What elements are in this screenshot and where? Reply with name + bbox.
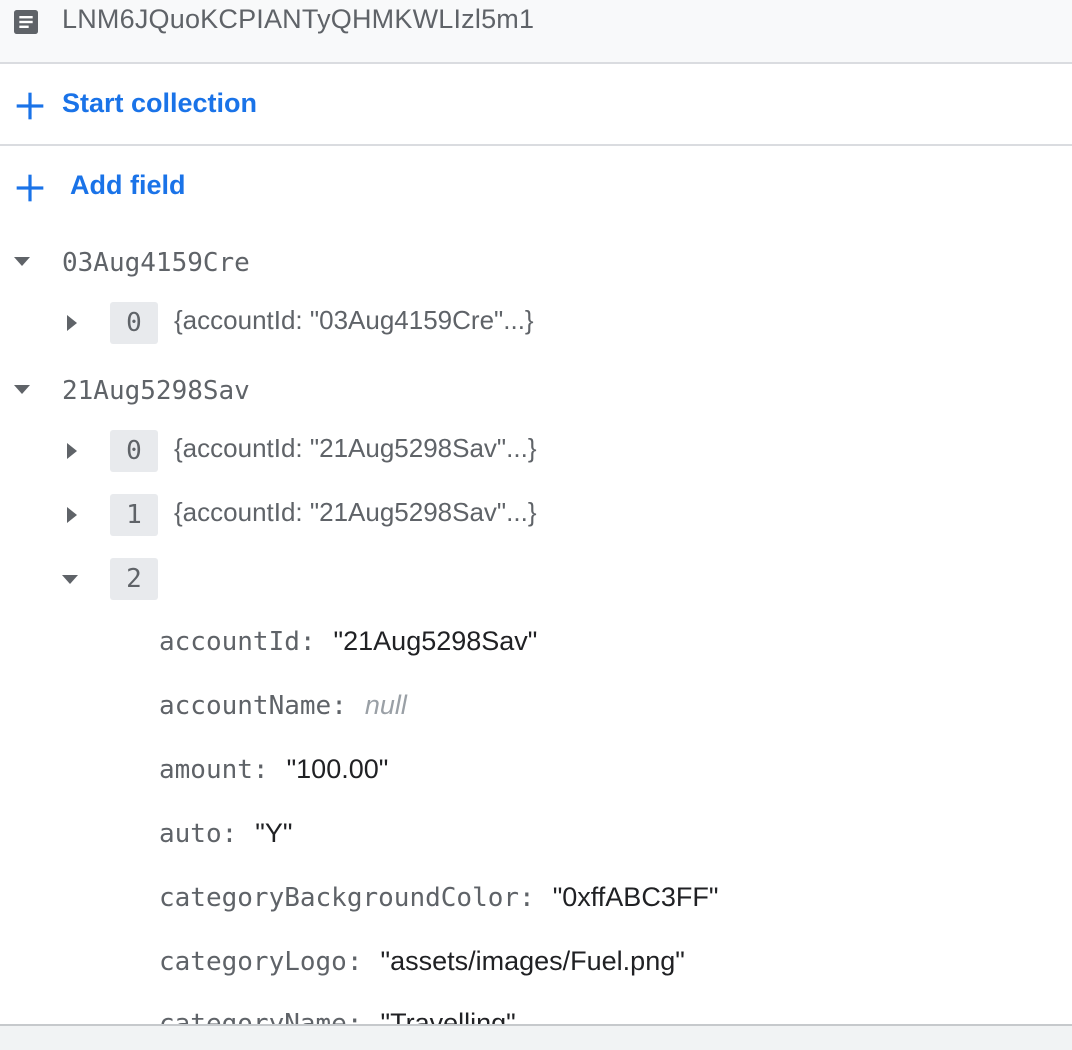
- tree-node-key: 21Aug5298Sav: [62, 376, 250, 406]
- item-summary: {accountId: "21Aug5298Sav"...}: [174, 497, 537, 527]
- document-panel: LNM6JQuoKCPIANTyQHMKWLIzl5m1 Start colle…: [0, 0, 1072, 1026]
- add-field-label: Add field: [70, 170, 186, 200]
- field-value: "assets/images/Fuel.png": [380, 946, 685, 976]
- tree-node-key: 03Aug4159Cre: [62, 248, 250, 278]
- field-row[interactable]: categoryBackgroundColor: "0xffABC3FF": [159, 882, 718, 928]
- field-key: categoryName: [159, 1009, 347, 1026]
- start-collection-button[interactable]: Start collection: [0, 64, 1072, 146]
- field-key: categoryBackgroundColor: [159, 883, 520, 913]
- document-icon: [14, 10, 38, 34]
- add-field-button[interactable]: Add field: [0, 146, 1072, 228]
- plus-icon: [16, 92, 44, 120]
- item-summary: {accountId: "03Aug4159Cre"...}: [174, 305, 534, 335]
- tree-node-group: 03Aug4159Cre: [0, 238, 1072, 288]
- field-row[interactable]: amount: "100.00": [159, 754, 388, 800]
- array-index-badge: 1: [110, 494, 158, 536]
- field-row[interactable]: auto: "Y": [159, 818, 292, 864]
- tree-node-group: 21Aug5298Sav: [0, 366, 1072, 416]
- field-row[interactable]: categoryLogo: "assets/images/Fuel.png": [159, 946, 685, 992]
- array-index-badge: 2: [110, 558, 158, 600]
- field-row[interactable]: accountName: null: [159, 690, 407, 736]
- caret-down-icon[interactable]: [60, 570, 80, 590]
- field-value: "0xffABC3FF": [552, 882, 719, 912]
- field-key: amount: [159, 755, 253, 785]
- field-row[interactable]: categoryName: "Travelling": [159, 1008, 516, 1026]
- field-value: "100.00": [286, 754, 389, 784]
- caret-right-icon[interactable]: [62, 441, 82, 461]
- array-item-row-expanded[interactable]: 2: [0, 558, 1072, 608]
- field-value: "Y": [255, 818, 293, 848]
- field-value-null: null: [364, 690, 407, 720]
- array-item-row[interactable]: 0 {accountId: "03Aug4159Cre"...}: [0, 302, 1072, 352]
- document-id: LNM6JQuoKCPIANTyQHMKWLIzl5m1: [62, 4, 535, 34]
- field-key: auto: [159, 819, 222, 849]
- item-summary: {accountId: "21Aug5298Sav"...}: [174, 433, 537, 463]
- array-item-row[interactable]: 0 {accountId: "21Aug5298Sav"...}: [0, 430, 1072, 480]
- start-collection-label: Start collection: [62, 88, 258, 118]
- array-item-row[interactable]: 1 {accountId: "21Aug5298Sav"...}: [0, 494, 1072, 544]
- caret-right-icon[interactable]: [62, 505, 82, 525]
- caret-down-icon[interactable]: [12, 380, 32, 400]
- document-header: LNM6JQuoKCPIANTyQHMKWLIzl5m1: [0, 0, 1072, 64]
- plus-icon: [16, 174, 44, 202]
- field-key: accountName: [159, 691, 332, 721]
- field-value: "21Aug5298Sav": [333, 626, 538, 656]
- field-value: "Travelling": [380, 1008, 516, 1026]
- caret-down-icon[interactable]: [12, 252, 32, 272]
- array-index-badge: 0: [110, 430, 158, 472]
- field-row[interactable]: accountId: "21Aug5298Sav": [159, 626, 537, 672]
- field-key: categoryLogo: [159, 947, 347, 977]
- caret-right-icon[interactable]: [62, 313, 82, 333]
- array-index-badge: 0: [110, 302, 158, 344]
- field-key: accountId: [159, 627, 300, 657]
